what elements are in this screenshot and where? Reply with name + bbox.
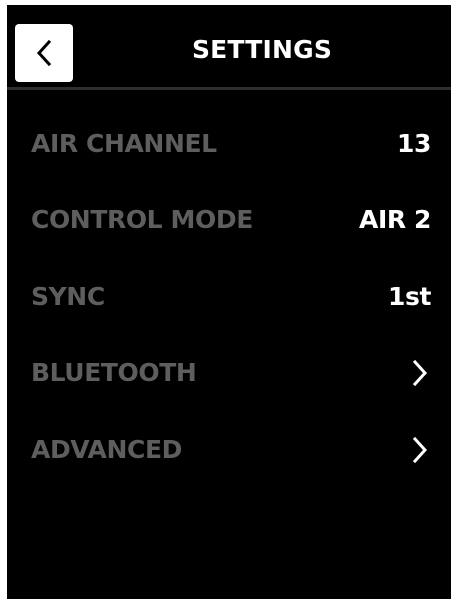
setting-label: ADVANCED xyxy=(31,435,182,464)
setting-row-sync[interactable]: SYNC 1st xyxy=(7,269,451,325)
setting-row-air-channel[interactable]: AIR CHANNEL 13 xyxy=(7,116,451,172)
chevron-right-icon xyxy=(412,436,428,464)
setting-label: SYNC xyxy=(31,282,105,311)
chevron-left-icon xyxy=(36,39,52,67)
setting-label: AIR CHANNEL xyxy=(31,129,217,158)
page-title: SETTINGS xyxy=(191,35,333,64)
setting-row-advanced[interactable]: ADVANCED xyxy=(7,422,451,478)
setting-row-control-mode[interactable]: CONTROL MODE AIR 2 xyxy=(7,192,451,248)
setting-value: 13 xyxy=(397,129,431,158)
header: SETTINGS xyxy=(7,5,451,87)
chevron-right-icon xyxy=(412,359,428,387)
settings-screen: SETTINGS AIR CHANNEL 13 CONTROL MODE AIR… xyxy=(7,5,451,599)
setting-row-bluetooth[interactable]: BLUETOOTH xyxy=(7,345,451,401)
setting-label: CONTROL MODE xyxy=(31,205,253,234)
setting-value: AIR 2 xyxy=(359,205,431,234)
setting-value: 1st xyxy=(387,282,431,311)
header-divider xyxy=(7,87,451,90)
back-button[interactable] xyxy=(15,24,73,82)
setting-label: BLUETOOTH xyxy=(31,358,197,387)
